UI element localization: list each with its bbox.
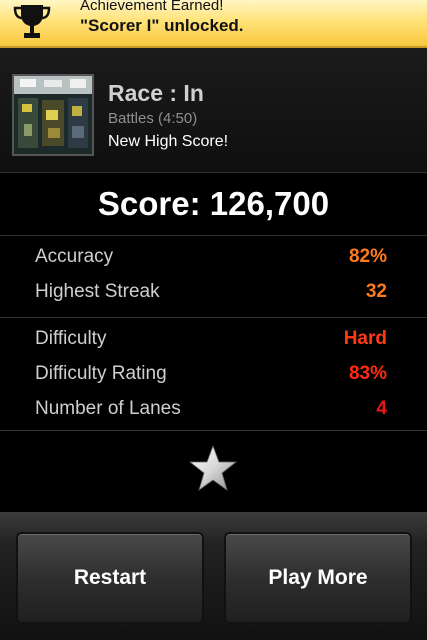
stat-value: 4 xyxy=(376,398,387,419)
album-art xyxy=(12,74,94,156)
stat-value: 83% xyxy=(348,363,387,384)
bottom-toolbar: Restart Play More xyxy=(0,512,427,640)
score-section: Score: 126,700 xyxy=(0,173,427,236)
stats-divider xyxy=(0,317,427,318)
achievement-name: "Scorer I" unlocked. xyxy=(80,16,244,35)
high-score-status: New High Score! xyxy=(108,133,229,150)
achievement-heading: Achievement Earned! xyxy=(80,0,224,14)
restart-button[interactable]: Restart xyxy=(16,532,204,624)
song-header: Race : In Battles (4:50) New High Score! xyxy=(0,48,427,173)
song-title: Race : In xyxy=(108,80,204,106)
achievement-banner: Achievement Earned! "Scorer I" unlocked. xyxy=(0,0,427,48)
stat-value: 82% xyxy=(348,246,387,267)
trophy-icon xyxy=(13,5,51,38)
song-subtitle: Battles (4:50) xyxy=(108,110,198,127)
stat-value: 32 xyxy=(365,281,387,302)
stat-row-difficulty-rating: Difficulty Rating 83% xyxy=(0,357,427,391)
stat-row-difficulty: Difficulty Hard xyxy=(0,322,427,356)
stat-label: Difficulty xyxy=(35,328,107,349)
stat-row-highest-streak: Highest Streak 32 xyxy=(0,275,427,309)
stat-row-number-of-lanes: Number of Lanes 4 xyxy=(0,392,427,426)
score-value: Score: 126,700 xyxy=(97,185,330,222)
stat-label: Accuracy xyxy=(35,246,114,267)
stat-row-accuracy: Accuracy 82% xyxy=(0,240,427,274)
stat-value: Hard xyxy=(343,328,387,349)
star-icon xyxy=(188,444,238,491)
stat-label: Difficulty Rating xyxy=(35,363,167,384)
stat-label: Number of Lanes xyxy=(35,398,181,419)
star-rating xyxy=(0,432,427,508)
play-more-button[interactable]: Play More xyxy=(224,532,412,624)
stats-divider xyxy=(0,430,427,431)
stat-label: Highest Streak xyxy=(35,281,160,302)
